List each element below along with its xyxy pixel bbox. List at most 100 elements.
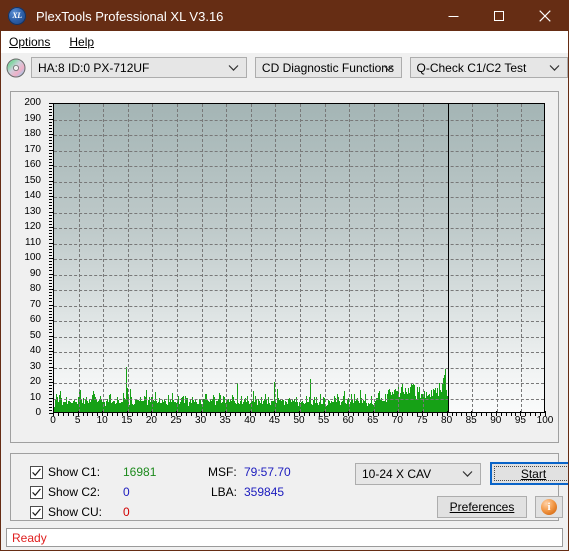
x-axis-tick-minor — [530, 413, 532, 416]
chevron-down-icon — [462, 471, 473, 478]
plot-area — [53, 103, 545, 413]
c2-value: 0 — [123, 485, 130, 499]
info-button[interactable]: i — [535, 496, 563, 518]
x-axis-tick-minor — [190, 413, 192, 416]
x-axis-tick-minor — [97, 413, 99, 416]
x-axis-tick — [545, 411, 546, 416]
x-axis-label: 50 — [293, 415, 305, 426]
x-axis-tick-minor — [294, 413, 296, 416]
x-axis-tick-minor — [166, 413, 168, 416]
y-axis-label: 120 — [24, 221, 41, 232]
x-axis-label: 20 — [145, 415, 157, 426]
status-text: Ready — [12, 530, 47, 545]
x-axis-tick-minor — [62, 413, 64, 416]
x-axis-tick-minor — [141, 413, 143, 416]
close-button[interactable] — [522, 1, 568, 31]
y-axis-label: 150 — [24, 174, 41, 186]
x-axis-tick-minor — [358, 413, 360, 416]
x-axis-tick-minor — [535, 413, 537, 416]
chart-panel: 0 10 20 30 40 50 60 70 80 90 100 110 120 130 140 150 160… — [10, 91, 559, 443]
x-axis-tick-minor — [72, 413, 74, 416]
start-button[interactable]: Start — [490, 462, 568, 485]
y-axis-tick-minor — [49, 332, 52, 334]
drive-select[interactable]: HA:8 ID:0 PX-712UF — [31, 57, 247, 78]
x-axis-label: 5 — [74, 415, 81, 426]
y-axis-tick-minor — [49, 217, 52, 219]
x-axis-tick — [274, 411, 276, 416]
plextools-window: XL PlexTools Professional XL V3.16 Optio… — [0, 0, 569, 551]
x-axis-tick-minor — [481, 413, 483, 416]
y-axis: 0 10 20 30 40 50 60 70 80 90 100 110 120 130 140 150 160… — [11, 98, 54, 418]
x-axis-tick-minor — [540, 413, 542, 416]
x-axis-tick-minor — [505, 413, 507, 416]
test-select[interactable]: Q-Check C1/C2 Test — [409, 57, 568, 78]
y-axis-tick-minor — [49, 301, 52, 303]
y-axis-label: 50 — [29, 329, 41, 341]
maximize-button[interactable] — [476, 1, 522, 31]
x-axis-tick — [151, 411, 153, 416]
x-axis-tick-minor — [121, 413, 123, 416]
test-select-value: Q-Check C1/C2 Test — [416, 60, 527, 75]
x-axis-tick-minor — [57, 413, 59, 416]
speed-select[interactable]: 10-24 X CAV — [355, 463, 481, 485]
x-axis-tick-minor — [235, 413, 237, 416]
y-axis-tick-minor — [49, 267, 52, 269]
window-controls — [430, 1, 568, 31]
minimize-button[interactable] — [430, 1, 476, 31]
x-axis-tick-minor — [441, 413, 443, 416]
y-axis-tick-minor — [49, 186, 52, 188]
y-axis-tick-minor — [49, 137, 52, 139]
y-axis-tick-minor — [49, 357, 52, 359]
y-axis-label: 100 — [24, 252, 41, 263]
stats-panel: Show C1: 16981 Show C2: 0 Show CU: 0 MSF… — [10, 453, 568, 521]
y-axis-label: 110 — [25, 236, 41, 248]
menu-item-help[interactable]: Help — [68, 33, 102, 51]
x-axis-tick-minor — [402, 413, 404, 416]
y-axis-tick-minor — [49, 341, 52, 343]
x-axis-tick-minor — [308, 413, 310, 416]
y-axis-tick-minor — [49, 202, 52, 204]
y-axis-tick-minor — [49, 310, 52, 312]
x-axis-tick — [176, 411, 177, 416]
toolbar: HA:8 ID:0 PX-712UF CD Diagnostic Functio… — [1, 53, 568, 82]
x-axis-tick-minor — [112, 413, 114, 416]
preferences-button[interactable]: Preferences — [437, 496, 527, 518]
msf-label: MSF: — [208, 465, 237, 479]
x-axis-label: 0 — [50, 415, 56, 426]
x-axis-tick-minor — [367, 413, 369, 416]
y-axis-tick-minor — [49, 115, 52, 117]
y-axis-label: 0 — [35, 407, 41, 418]
x-axis-tick-minor — [466, 413, 468, 416]
y-axis-tick-minor — [49, 127, 52, 129]
lba-label: LBA: — [211, 485, 238, 499]
x-axis: 0 5 10 15 20 25 30 35 40 45 50 55 60 65 70 75 80 85 90 95 10… — [50, 411, 553, 432]
y-axis-tick-minor — [49, 329, 52, 331]
x-axis-tick-minor — [451, 413, 453, 416]
y-axis-label: 30 — [29, 360, 41, 372]
function-select[interactable]: CD Diagnostic Functions — [254, 57, 402, 78]
x-axis-tick-minor — [269, 413, 271, 416]
y-axis-label: 200 — [24, 97, 41, 108]
x-axis-tick-minor — [284, 413, 286, 416]
msf-value: 79:57.70 — [244, 465, 291, 479]
show-c1-checkbox[interactable]: Show C1: — [30, 465, 100, 479]
y-axis-tick-minor — [49, 248, 52, 250]
y-axis-tick-minor — [49, 375, 52, 377]
y-axis-label: 160 — [24, 159, 41, 170]
x-axis-tick-minor — [412, 413, 414, 416]
x-axis-label: 65 — [367, 415, 379, 426]
x-axis-tick-minor — [264, 413, 266, 416]
x-axis-label: 85 — [465, 415, 477, 426]
drive-select-value: HA:8 ID:0 PX-712UF — [38, 60, 150, 75]
y-axis-tick-minor — [49, 394, 52, 396]
y-axis-tick-minor — [49, 143, 52, 145]
y-axis-tick-minor — [49, 199, 52, 201]
chevron-down-icon — [383, 64, 394, 71]
x-axis-tick-minor — [461, 413, 463, 416]
x-axis-tick-minor — [392, 413, 394, 416]
x-axis-label: 25 — [170, 415, 182, 426]
menu-item-options[interactable]: Options — [8, 33, 58, 51]
y-axis-tick-minor — [49, 403, 52, 405]
show-cu-checkbox[interactable]: Show CU: — [30, 505, 102, 519]
show-c2-checkbox[interactable]: Show C2: — [30, 485, 100, 499]
